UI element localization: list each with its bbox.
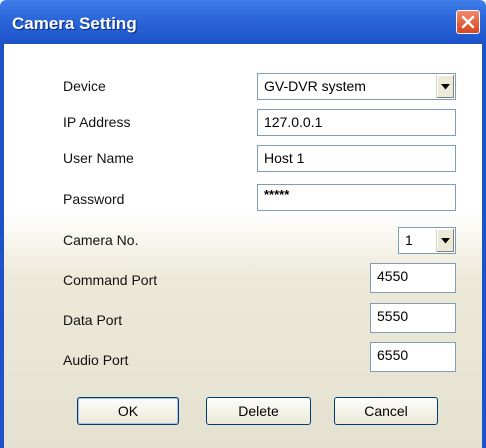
- cancel-button[interactable]: Cancel: [334, 397, 438, 425]
- data-port-field[interactable]: 5550: [370, 303, 456, 333]
- user-name-field[interactable]: Host 1: [257, 145, 456, 172]
- ok-button[interactable]: OK: [77, 397, 179, 425]
- device-label: Device: [63, 78, 106, 94]
- camera-no-label: Camera No.: [63, 232, 139, 248]
- camera-no-dropdown-button[interactable]: [436, 229, 454, 252]
- window-title: Camera Setting: [12, 14, 137, 33]
- delete-button[interactable]: Delete: [206, 397, 311, 425]
- device-select-value: GV-DVR system: [264, 78, 366, 94]
- device-select[interactable]: GV-DVR system: [257, 73, 456, 100]
- chevron-down-icon: [441, 83, 450, 89]
- audio-port-label: Audio Port: [63, 352, 129, 368]
- chevron-down-icon: [441, 237, 450, 243]
- device-dropdown-button[interactable]: [436, 75, 454, 98]
- ip-address-field[interactable]: 127.0.0.1: [257, 109, 456, 136]
- command-port-field[interactable]: 4550: [370, 263, 456, 293]
- camera-no-select-value: 1: [405, 232, 413, 248]
- dialog-body: Device GV-DVR system IP Address 127.0.0.…: [4, 44, 482, 448]
- ip-address-label: IP Address: [63, 114, 131, 130]
- user-name-label: User Name: [63, 150, 134, 166]
- close-icon: [461, 15, 475, 29]
- password-label: Password: [63, 191, 125, 207]
- title-bar[interactable]: Camera Setting: [0, 0, 486, 44]
- data-port-label: Data Port: [63, 312, 123, 328]
- close-button[interactable]: [456, 10, 480, 34]
- camera-setting-dialog: Camera Setting Device GV-DVR system IP A…: [0, 0, 486, 448]
- command-port-label: Command Port: [63, 272, 158, 288]
- camera-no-select[interactable]: 1: [398, 227, 456, 254]
- audio-port-field[interactable]: 6550: [370, 342, 456, 372]
- password-field[interactable]: *****: [257, 184, 456, 211]
